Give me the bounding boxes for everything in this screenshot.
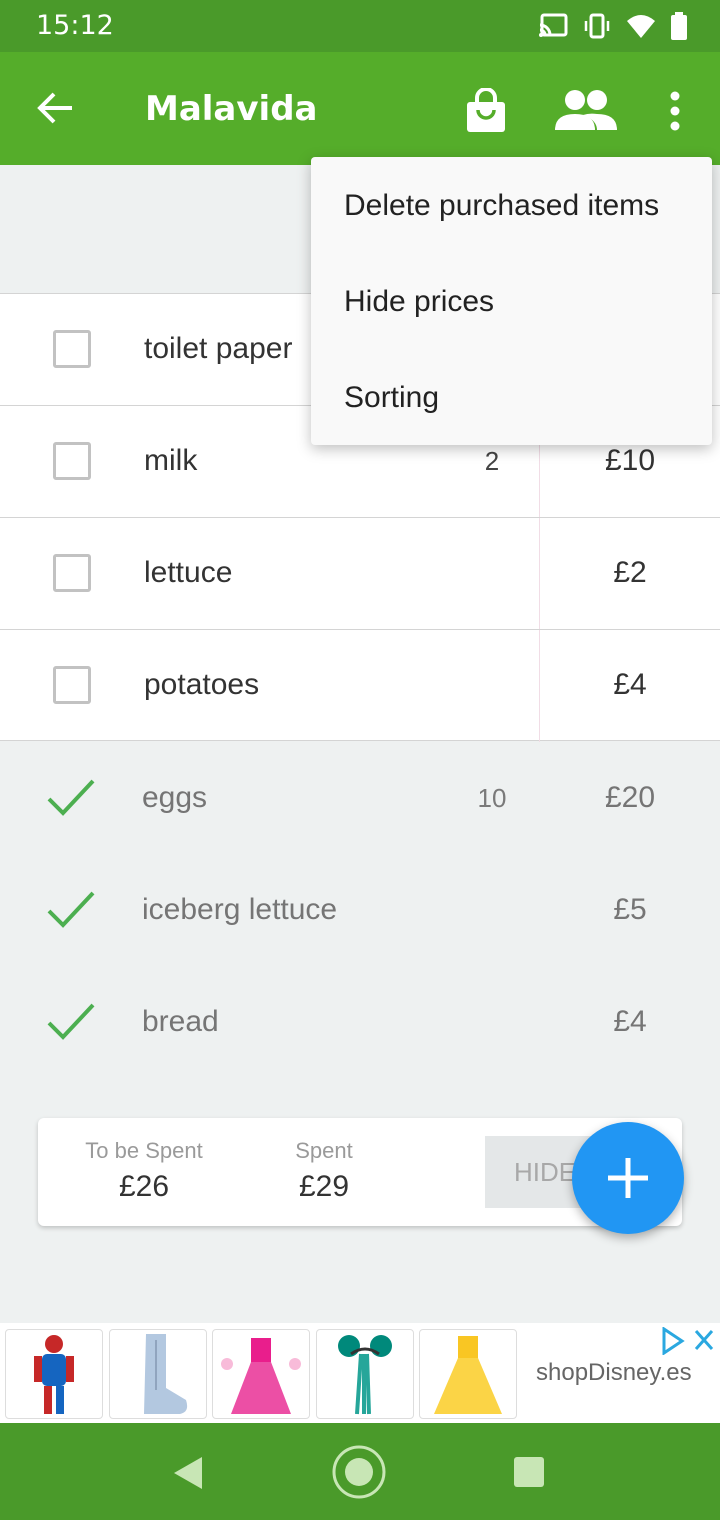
app-bar: Malavida bbox=[0, 52, 720, 165]
item-name: iceberg lettuce bbox=[142, 893, 338, 926]
list-item[interactable]: potatoes £4 bbox=[0, 629, 720, 742]
nav-back-icon[interactable] bbox=[170, 1455, 206, 1491]
status-icons bbox=[538, 10, 688, 42]
item-price: £4 bbox=[613, 668, 647, 701]
nav-home-icon[interactable] bbox=[330, 1443, 388, 1501]
shopping-bag-button[interactable] bbox=[463, 87, 509, 134]
item-checkbox[interactable] bbox=[53, 330, 91, 368]
list-item[interactable]: lettuce £2 bbox=[0, 517, 720, 630]
item-checkbox[interactable] bbox=[53, 554, 91, 592]
spent-block: Spent £29 bbox=[244, 1138, 404, 1204]
item-name: potatoes bbox=[144, 668, 260, 701]
overflow-menu: Delete purchased items Hide prices Sorti… bbox=[311, 157, 712, 445]
item-checkbox[interactable] bbox=[53, 442, 91, 480]
checkmark-icon[interactable] bbox=[46, 887, 96, 931]
wifi-icon bbox=[627, 15, 655, 38]
battery-icon bbox=[671, 12, 687, 40]
to-be-spent-label: To be Spent bbox=[85, 1138, 203, 1163]
dress-image bbox=[221, 1338, 301, 1414]
item-price: £4 bbox=[613, 1005, 647, 1038]
item-quantity: 10 bbox=[477, 783, 507, 813]
ad-choices-icon[interactable] bbox=[660, 1327, 716, 1355]
more-vert-icon bbox=[670, 91, 680, 131]
app-title: Malavida bbox=[145, 89, 318, 129]
people-icon bbox=[555, 90, 617, 130]
item-name: eggs bbox=[142, 781, 208, 814]
ad-sponsor-text[interactable]: shopDisney.es bbox=[536, 1359, 692, 1387]
shopping-bag-icon bbox=[467, 87, 505, 132]
arrow-back-icon bbox=[37, 92, 72, 124]
to-be-spent-value: £26 bbox=[118, 1170, 170, 1203]
share-list-button[interactable] bbox=[553, 88, 619, 134]
purchased-item[interactable]: iceberg lettuce £5 bbox=[0, 853, 720, 965]
ad-product-image[interactable] bbox=[109, 1329, 207, 1419]
column-divider bbox=[539, 630, 540, 742]
status-time: 15:12 bbox=[36, 10, 114, 41]
boot-image bbox=[144, 1334, 188, 1414]
item-checkbox[interactable] bbox=[53, 666, 91, 704]
more-options-button[interactable] bbox=[660, 88, 690, 134]
status-bar: 15:12 bbox=[0, 0, 720, 52]
plus-icon bbox=[608, 1158, 648, 1198]
ad-product-image[interactable] bbox=[212, 1329, 310, 1419]
checkmark-icon[interactable] bbox=[46, 999, 96, 1043]
ad-banner[interactable]: shopDisney.es bbox=[0, 1323, 720, 1423]
purchased-item[interactable]: eggs 10 £20 bbox=[0, 741, 720, 853]
ad-product-image[interactable] bbox=[316, 1329, 414, 1419]
vibrate-icon bbox=[584, 13, 610, 39]
item-name: milk bbox=[144, 444, 198, 477]
gown-image bbox=[434, 1336, 502, 1414]
spent-label: Spent bbox=[295, 1138, 353, 1163]
item-price: £5 bbox=[613, 893, 647, 926]
item-price: £10 bbox=[604, 444, 656, 477]
headband-image bbox=[338, 1335, 392, 1415]
menu-item-sorting[interactable]: Sorting bbox=[344, 381, 439, 415]
to-be-spent-block: To be Spent £26 bbox=[64, 1138, 224, 1204]
spent-value: £29 bbox=[298, 1170, 350, 1203]
item-name: lettuce bbox=[144, 556, 233, 589]
cast-icon bbox=[539, 13, 568, 37]
item-quantity: 2 bbox=[484, 446, 500, 476]
menu-item-hide-prices[interactable]: Hide prices bbox=[344, 285, 494, 319]
item-name: toilet paper bbox=[144, 332, 293, 365]
ad-product-image[interactable] bbox=[5, 1329, 103, 1419]
ad-product-image[interactable] bbox=[419, 1329, 517, 1419]
checkmark-icon[interactable] bbox=[46, 775, 96, 819]
back-button[interactable] bbox=[34, 86, 78, 130]
add-item-button[interactable] bbox=[572, 1122, 684, 1234]
purchased-item[interactable]: bread £4 bbox=[0, 965, 720, 1077]
item-name: bread bbox=[142, 1005, 219, 1038]
nav-recents-icon[interactable] bbox=[512, 1455, 546, 1489]
column-divider bbox=[539, 518, 540, 630]
item-price: £2 bbox=[613, 556, 647, 589]
system-nav-bar bbox=[0, 1423, 720, 1520]
costume-image bbox=[34, 1335, 74, 1414]
menu-item-delete-purchased[interactable]: Delete purchased items bbox=[344, 189, 659, 223]
item-price: £20 bbox=[604, 781, 656, 814]
